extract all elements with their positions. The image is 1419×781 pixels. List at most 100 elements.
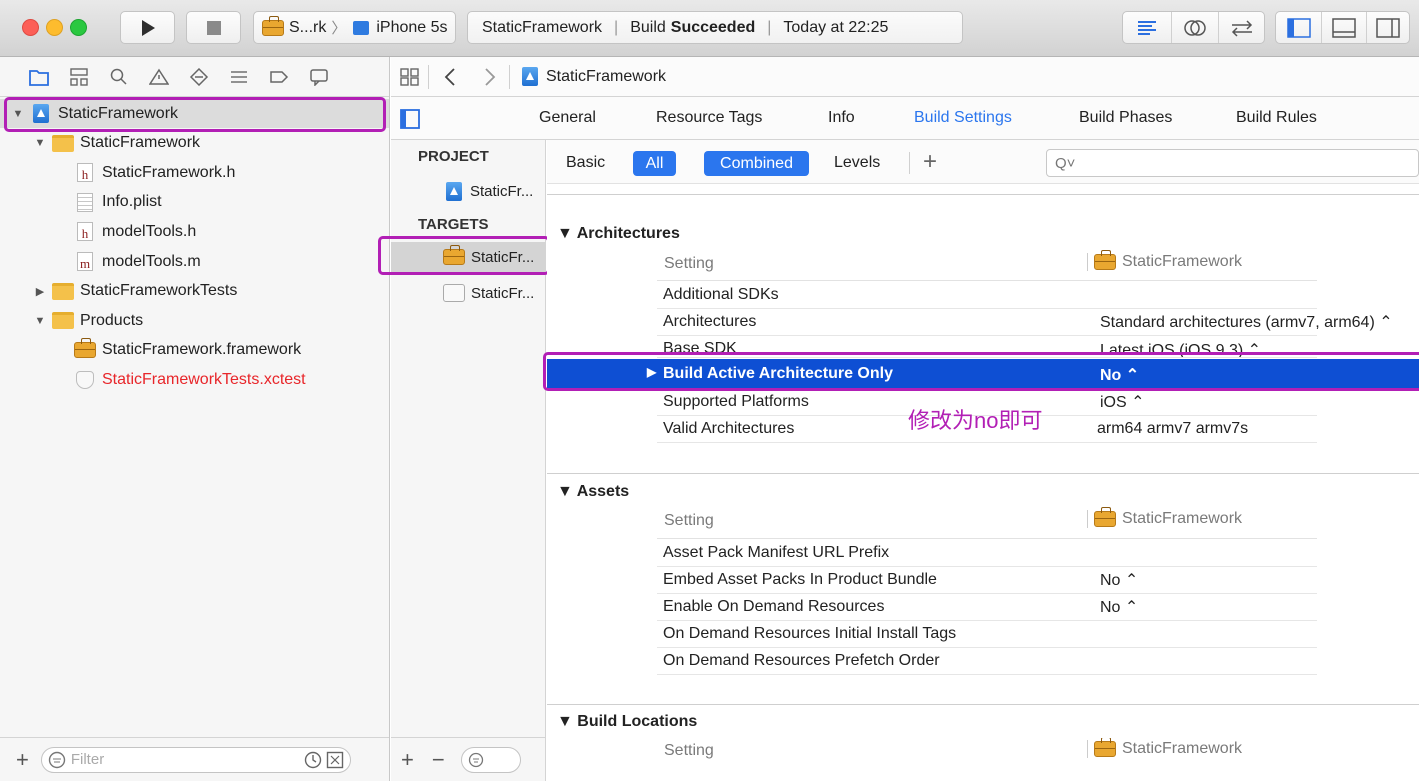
project-navigator: ▼ StaticFramework ▼ StaticFramework h StaticF… (0, 57, 390, 781)
report-navigator-tab[interactable] (308, 66, 330, 88)
setting-row[interactable]: Embed Asset Packs In Product Bundle No ⌃ (657, 567, 1317, 594)
section-header-assets[interactable]: ▼ Assets (557, 483, 629, 501)
find-navigator-tab[interactable] (108, 66, 130, 88)
disclosure-open-icon[interactable]: ▼ (34, 315, 46, 327)
tab-resource-tags[interactable]: Resource Tags (656, 109, 762, 127)
iphone-device-icon (353, 20, 370, 35)
setting-row[interactable]: Additional SDKs (657, 282, 1317, 309)
jump-bar-crumb[interactable]: StaticFramework (522, 67, 666, 86)
add-file-button[interactable]: + (16, 747, 29, 773)
disclosure-closed-icon[interactable]: ▶ (34, 285, 46, 298)
add-target-button[interactable]: + (401, 747, 414, 773)
scheme-name: S...rk (289, 18, 327, 36)
plist-file-icon (74, 192, 96, 212)
tree-item[interactable]: ▼ Products (34, 306, 143, 335)
build-settings-filter-bar: Basic All Combined Levels + Q˅ (547, 140, 1419, 184)
run-button[interactable] (120, 11, 175, 44)
setting-row[interactable]: Asset Pack Manifest URL Prefix (657, 540, 1317, 567)
framework-icon (74, 338, 96, 359)
recent-files-icon (304, 751, 322, 768)
setting-row[interactable]: On Demand Resources Prefetch Order (657, 648, 1317, 675)
basic-filter-button[interactable]: Basic (566, 154, 605, 172)
activity-viewer: StaticFramework | Build Succeeded | Toda… (467, 11, 963, 44)
tree-item[interactable]: StaticFrameworkTests.xctest (56, 365, 306, 394)
tree-item[interactable]: StaticFramework.framework (56, 336, 301, 365)
minimize-window-button[interactable] (46, 19, 63, 36)
header-file-icon: h (74, 163, 96, 183)
stop-button[interactable] (186, 11, 241, 44)
setting-value[interactable]: No ⌃ (1100, 570, 1138, 590)
device-name: iPhone 5s (376, 18, 448, 36)
combined-view-button[interactable]: Combined (704, 151, 809, 176)
tab-build-phases[interactable]: Build Phases (1079, 109, 1172, 127)
levels-view-button[interactable]: Levels (834, 154, 880, 172)
toggle-navigator-button[interactable] (1276, 12, 1321, 43)
breakpoint-navigator-tab[interactable] (268, 66, 290, 88)
jump-bar: StaticFramework (391, 57, 1419, 97)
forward-arrow-icon[interactable] (484, 67, 496, 87)
setting-row[interactable]: Enable On Demand Resources No ⌃ (657, 594, 1317, 621)
project-section-header: PROJECT (418, 148, 489, 165)
project-navigator-tab[interactable] (28, 66, 50, 88)
assistant-editor-button[interactable] (1171, 12, 1218, 43)
tree-item[interactable]: h StaticFramework.h (56, 158, 235, 187)
setting-value[interactable]: No ⌃ (1100, 597, 1138, 617)
test-navigator-tab[interactable] (188, 66, 210, 88)
targets-filter-field[interactable] (460, 746, 521, 773)
project-item-label: StaticFr... (470, 182, 534, 200)
tree-item[interactable]: m modelTools.m (56, 247, 201, 276)
section-header-architectures[interactable]: ▼ Architectures (557, 225, 680, 243)
tree-item[interactable]: Info.plist (56, 188, 162, 217)
highlight-project-root (4, 97, 386, 132)
target-item-label: StaticFr... (471, 284, 535, 302)
project-item[interactable]: StaticFr... (446, 176, 533, 206)
issue-navigator-tab[interactable] (148, 66, 170, 88)
remove-target-button[interactable]: − (432, 747, 445, 773)
folder-icon (52, 134, 74, 152)
zoom-window-button[interactable] (70, 19, 87, 36)
debug-navigator-tab[interactable] (228, 66, 250, 88)
section-header-build-locations[interactable]: ▼ Build Locations (557, 713, 697, 731)
back-arrow-icon[interactable] (444, 67, 456, 87)
folder-icon (29, 69, 49, 86)
setting-name: On Demand Resources Initial Install Tags (663, 625, 957, 642)
tab-general[interactable]: General (539, 109, 596, 127)
version-editor-icon (1231, 19, 1252, 37)
tree-item-label: StaticFramework (80, 134, 201, 152)
source-control-filter-icon (326, 751, 344, 768)
toggle-debug-area-button[interactable] (1321, 12, 1366, 43)
filter-field[interactable]: Filter (40, 746, 351, 773)
column-header-setting: Setting (664, 512, 714, 529)
play-icon (141, 19, 155, 36)
toggle-utilities-button[interactable] (1366, 12, 1409, 43)
targets-section-header: TARGETS (418, 216, 489, 233)
all-filter-button[interactable]: All (633, 151, 676, 176)
setting-value[interactable]: iOS ⌃ (1100, 392, 1145, 412)
tab-build-rules[interactable]: Build Rules (1236, 109, 1317, 127)
version-editor-button[interactable] (1218, 12, 1264, 43)
test-bundle-icon (443, 284, 465, 302)
setting-value[interactable]: arm64 armv7 armv7s (1097, 420, 1248, 438)
activity-project: StaticFramework (482, 18, 603, 36)
framework-icon (1094, 738, 1116, 757)
tree-item[interactable]: ▶ StaticFrameworkTests (34, 277, 237, 306)
build-settings-search-field[interactable]: Q˅ (1046, 149, 1419, 177)
disclosure-open-icon[interactable]: ▼ (34, 137, 46, 149)
window-toolbar: S...rk 〉 iPhone 5s StaticFramework | Bui… (0, 0, 1419, 57)
tree-item[interactable]: h modelTools.h (56, 217, 196, 246)
tab-info[interactable]: Info (828, 109, 855, 127)
symbol-navigator-tab[interactable] (68, 66, 90, 88)
add-build-setting-button[interactable]: + (923, 148, 937, 176)
setting-row[interactable]: Architectures Standard architectures (arm… (657, 309, 1393, 336)
tab-build-settings[interactable]: Build Settings (914, 109, 1012, 127)
chevron-right-icon: 〉 (331, 20, 347, 37)
setting-row[interactable]: On Demand Resources Initial Install Tags (657, 621, 1317, 648)
close-window-button[interactable] (22, 19, 39, 36)
tree-item[interactable]: ▼ StaticFramework (34, 129, 200, 158)
standard-editor-button[interactable] (1123, 12, 1171, 43)
target-item-tests[interactable]: StaticFr... (443, 278, 534, 308)
setting-value[interactable]: Standard architectures (armv7, arm64) ⌃ (1100, 312, 1393, 332)
scheme-selector[interactable]: S...rk 〉 iPhone 5s (253, 11, 456, 44)
search-icon (110, 68, 127, 85)
show-targets-list-icon[interactable] (400, 109, 420, 129)
